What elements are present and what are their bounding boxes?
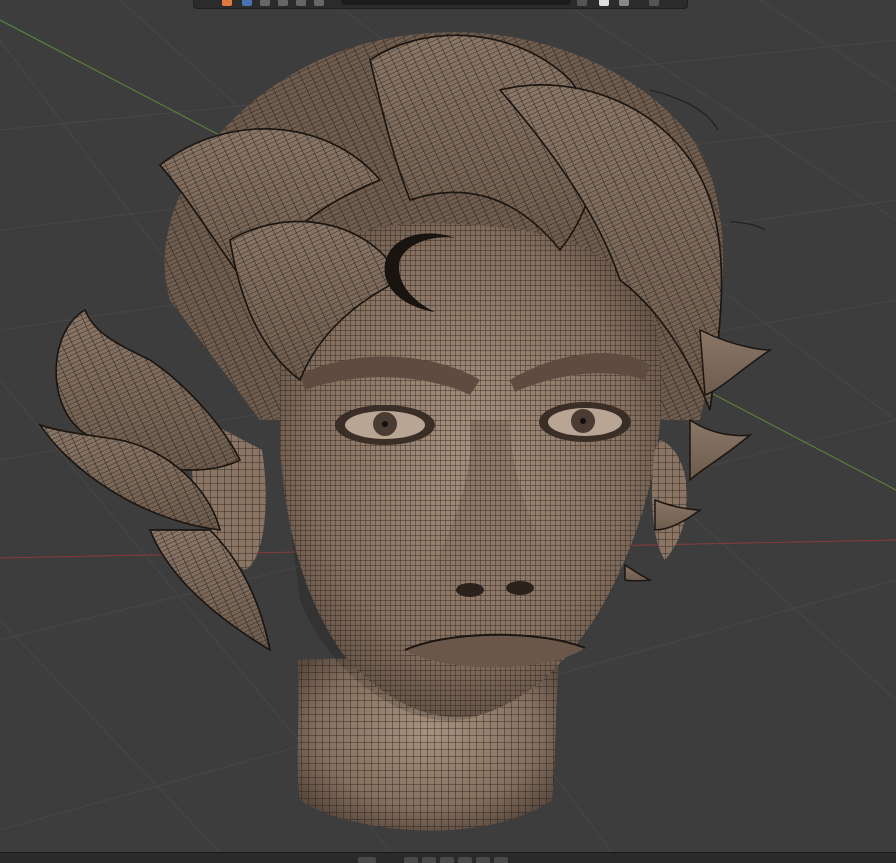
rotate-icon[interactable]	[296, 0, 306, 6]
editor-type-icon[interactable]	[222, 0, 232, 6]
ear-right-mesh	[652, 440, 688, 560]
viewport-canvas[interactable]	[0, 0, 896, 863]
play-reverse-icon[interactable]	[440, 857, 454, 863]
next-keyframe-icon[interactable]	[476, 857, 490, 863]
move-icon[interactable]	[278, 0, 288, 6]
overlay-icon[interactable]	[619, 0, 629, 6]
select-box-icon[interactable]	[242, 0, 252, 6]
jump-start-icon[interactable]	[404, 857, 418, 863]
prev-keyframe-icon[interactable]	[422, 857, 436, 863]
scale-icon[interactable]	[314, 0, 324, 6]
proportional-icon[interactable]	[599, 0, 609, 6]
timeline-bar	[0, 852, 896, 863]
jump-end-icon[interactable]	[494, 857, 508, 863]
3d-viewport[interactable]	[0, 0, 896, 863]
viewport-header	[193, 0, 688, 9]
transform-field[interactable]	[341, 0, 571, 5]
cursor-icon[interactable]	[260, 0, 270, 6]
timeline-mode-icon[interactable]	[358, 857, 376, 863]
play-icon[interactable]	[458, 857, 472, 863]
shading-icon[interactable]	[649, 0, 659, 6]
snap-icon[interactable]	[577, 0, 587, 6]
